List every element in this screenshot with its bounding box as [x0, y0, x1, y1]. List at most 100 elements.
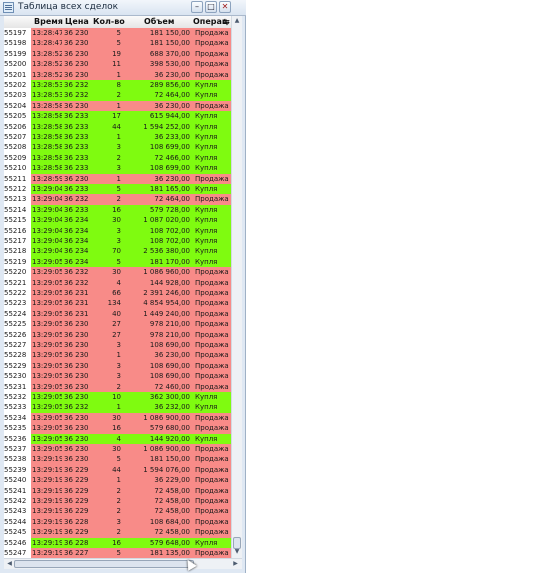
table-row[interactable]: 55200 13:28:52 36 230 11 398 530,00 Продажа: [4, 59, 231, 70]
minimize-button[interactable]: –: [191, 1, 203, 13]
columns-settings-icon[interactable]: ⇆: [223, 17, 230, 26]
title-bar[interactable]: Таблица всех сделок – □ ✕: [0, 0, 246, 16]
cell-volume: 181 150,00: [123, 28, 192, 39]
cell-qty: 17: [91, 111, 123, 122]
cell-volume: 579 728,00: [123, 204, 192, 216]
cell-volume: 2 391 246,00: [123, 288, 192, 299]
table-row[interactable]: 55199 13:28:52 36 230 19 688 370,00 Продажа: [4, 48, 231, 60]
table-row[interactable]: 55198 13:28:47 36 230 5 181 150,00 Продажа: [4, 38, 231, 49]
cell-volume: 108 699,00: [123, 142, 192, 153]
cell-operation: Купля: [192, 433, 231, 444]
table-row[interactable]: 55245 13:29:19 36 229 2 72 458,00 Продажа: [4, 527, 231, 538]
cell-price: 36 232: [62, 80, 91, 91]
scroll-up-arrow-icon[interactable]: ▲: [233, 17, 241, 25]
table-row[interactable]: 55206 13:28:58 36 233 44 1 594 252,00 Купля: [4, 121, 231, 132]
cell-id: 55227: [4, 340, 31, 351]
horizontal-scroll-thumb[interactable]: [14, 560, 194, 568]
table-row[interactable]: 55204 13:28:58 36 230 1 36 230,00 Продажа: [4, 100, 231, 112]
table-row[interactable]: 55217 13:29:04 36 234 3 108 702,00 Купля: [4, 236, 231, 247]
table-row[interactable]: 55213 13:29:04 36 232 2 72 464,00 Продажа: [4, 194, 231, 205]
table-row[interactable]: 55211 13:28:59 36 230 1 36 230,00 Продажа: [4, 173, 231, 184]
cell-volume: 2 536 380,00: [123, 246, 192, 257]
cell-price: 36 232: [62, 90, 91, 101]
horizontal-scrollbar[interactable]: ◀ ▶: [4, 558, 242, 569]
table-row[interactable]: 55227 13:29:05 36 230 3 108 690,00 Продажа: [4, 340, 231, 351]
table-row[interactable]: 55202 13:28:53 36 232 8 289 856,00 Купля: [4, 80, 231, 91]
table-row[interactable]: 55224 13:29:05 36 231 40 1 449 240,00 Продажа: [4, 308, 231, 320]
cell-price: 36 229: [62, 464, 91, 476]
table-row[interactable]: 55231 13:29:05 36 230 2 72 460,00 Продажа: [4, 381, 231, 392]
table-row[interactable]: 55207 13:28:58 36 233 1 36 233,00 Купля: [4, 132, 231, 143]
scroll-down-arrow-icon[interactable]: ▼: [233, 548, 241, 556]
table-row[interactable]: 55197 13:28:47 36 230 5 181 150,00 Продажа: [4, 28, 231, 39]
cell-qty: 30: [91, 412, 123, 424]
scroll-left-arrow-icon[interactable]: ◀: [5, 560, 14, 568]
cell-qty: 10: [91, 392, 123, 403]
table-row[interactable]: 55214 13:29:04 36 233 16 579 728,00 Купля: [4, 204, 231, 216]
cell-id: 55208: [4, 142, 31, 153]
close-button[interactable]: ✕: [219, 1, 231, 13]
table-row[interactable]: 55212 13:29:04 36 233 5 181 165,00 Купля: [4, 184, 231, 195]
table-row[interactable]: 55238 13:29:19 36 230 5 181 150,00 Продажа: [4, 454, 231, 465]
table-row[interactable]: 55210 13:28:58 36 233 3 108 699,00 Купля: [4, 163, 231, 174]
table-row[interactable]: 55242 13:29:19 36 229 2 72 458,00 Продажа: [4, 496, 231, 507]
table-row[interactable]: 55229 13:29:05 36 230 3 108 690,00 Продажа: [4, 360, 231, 372]
table-row[interactable]: 55233 13:29:05 36 232 1 36 232,00 Купля: [4, 402, 231, 413]
cell-qty: 2: [91, 496, 123, 507]
table-row[interactable]: 55203 13:28:53 36 232 2 72 464,00 Купля: [4, 90, 231, 101]
table-row[interactable]: 55218 13:29:04 36 234 70 2 536 380,00 Купля: [4, 246, 231, 257]
table-row[interactable]: 55240 13:29:19 36 229 1 36 229,00 Продажа: [4, 475, 231, 486]
cell-price: 36 232: [62, 277, 91, 288]
cell-operation: Купля: [192, 225, 231, 236]
table-row[interactable]: 55241 13:29:19 36 229 2 72 458,00 Продажа: [4, 485, 231, 496]
table-row[interactable]: 55228 13:29:05 36 230 1 36 230,00 Продажа: [4, 350, 231, 361]
table-row[interactable]: 55244 13:29:19 36 228 3 108 684,00 Продажа: [4, 516, 231, 528]
table-row[interactable]: 55237 13:29:05 36 230 30 1 086 900,00 Продажа: [4, 444, 231, 455]
column-header-volume[interactable]: Объем: [144, 17, 174, 26]
table-row[interactable]: 55232 13:29:05 36 230 10 362 300,00 Купля: [4, 392, 231, 403]
table-row[interactable]: 55236 13:29:05 36 230 4 144 920,00 Купля: [4, 433, 231, 444]
cell-id: 55223: [4, 298, 31, 309]
cell-qty: 2: [91, 485, 123, 496]
table-row[interactable]: 55223 13:29:05 36 231 134 4 854 954,00 Продаж…: [4, 298, 231, 309]
table-row[interactable]: 55219 13:29:05 36 234 5 181 170,00 Купля: [4, 256, 231, 268]
table-row[interactable]: 55243 13:29:19 36 229 2 72 458,00 Продажа: [4, 506, 231, 517]
cell-operation: Купля: [192, 132, 231, 143]
cell-operation: Продажа: [192, 38, 231, 49]
table-row[interactable]: 55222 13:29:05 36 231 66 2 391 246,00 Продажа: [4, 288, 231, 299]
table-row[interactable]: 55215 13:29:04 36 234 30 1 087 020,00 Купля: [4, 215, 231, 226]
cell-operation: Купля: [192, 121, 231, 132]
table-row[interactable]: 55220 13:29:05 36 232 30 1 086 960,00 Продажа: [4, 267, 231, 278]
cell-time: 13:29:19: [31, 516, 62, 528]
table-row[interactable]: 55221 13:29:05 36 232 4 144 928,00 Продажа: [4, 277, 231, 288]
cell-volume: 181 150,00: [123, 38, 192, 49]
vertical-scrollbar[interactable]: ▲ ▼: [231, 16, 242, 558]
cell-time: 13:29:04: [31, 204, 62, 216]
table-row[interactable]: 55205 13:28:58 36 233 17 615 944,00 Купля: [4, 111, 231, 122]
scroll-right-arrow-icon[interactable]: ▶: [231, 560, 240, 568]
table-row[interactable]: 55235 13:29:05 36 230 16 579 680,00 Продажа: [4, 423, 231, 434]
table-row[interactable]: 55246 13:29:19 36 228 16 579 648,00 Купля: [4, 537, 231, 548]
column-header-qty[interactable]: Кол-во: [93, 17, 125, 26]
table-row[interactable]: 55226 13:29:05 36 230 27 978 210,00 Продажа: [4, 329, 231, 340]
cell-time: 13:29:05: [31, 256, 62, 268]
cell-operation: Продажа: [192, 444, 231, 455]
column-header-time[interactable]: Время: [34, 17, 63, 26]
table-row[interactable]: 55216 13:29:04 36 234 3 108 702,00 Купля: [4, 225, 231, 236]
table-row[interactable]: 55201 13:28:52 36 230 1 36 230,00 Продажа: [4, 69, 231, 80]
cell-id: 55198: [4, 38, 31, 49]
table-row[interactable]: 55234 13:29:05 36 230 30 1 086 900,00 Продажа: [4, 412, 231, 424]
column-header-price[interactable]: Цена: [65, 17, 89, 26]
cell-qty: 40: [91, 308, 123, 320]
cell-time: 13:29:05: [31, 360, 62, 372]
maximize-button[interactable]: □: [205, 1, 217, 13]
table-row[interactable]: 55209 13:28:58 36 233 2 72 466,00 Купля: [4, 152, 231, 164]
table-row[interactable]: 55208 13:28:58 36 233 3 108 699,00 Купля: [4, 142, 231, 153]
table-row[interactable]: 55225 13:29:05 36 230 27 978 210,00 Продажа: [4, 319, 231, 330]
table-row[interactable]: 55247 13:29:19 36 227 5 181 135,00 Продажа: [4, 548, 231, 558]
cell-volume: 72 464,00: [123, 90, 192, 101]
table-row[interactable]: 55239 13:29:19 36 229 44 1 594 076,00 Продажа: [4, 464, 231, 476]
table-row[interactable]: 55230 13:29:05 36 230 3 108 690,00 Продажа: [4, 371, 231, 382]
cell-time: 13:29:05: [31, 277, 62, 288]
cell-id: 55220: [4, 267, 31, 278]
